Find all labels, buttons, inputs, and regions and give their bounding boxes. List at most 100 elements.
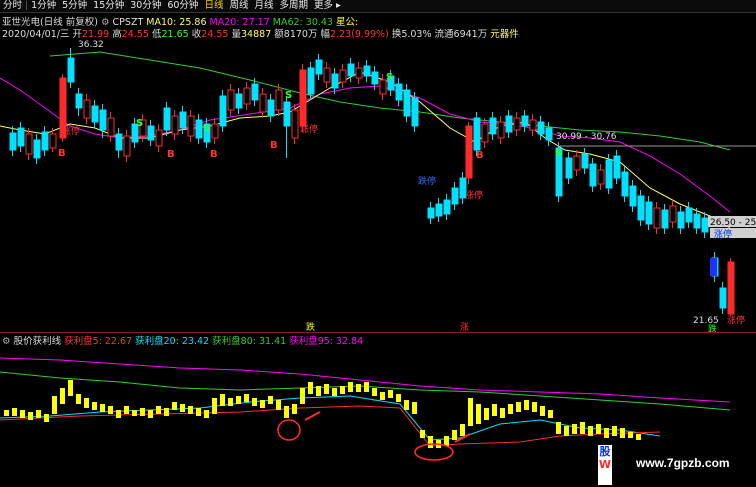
profit-bar [636, 434, 641, 440]
profit-bar [316, 386, 321, 396]
tab-1min[interactable]: 1分钟 [28, 0, 59, 12]
limit-up-tag: 涨停 [62, 125, 80, 137]
profit-bar [564, 426, 569, 436]
profit-bar [276, 400, 281, 410]
tab-monthly[interactable]: 月线 [251, 0, 276, 12]
tab-15min[interactable]: 15分钟 [90, 0, 127, 12]
profit-bar [204, 410, 209, 418]
limit-up-tag: 涨停 [465, 189, 483, 201]
moving-average-lines [0, 51, 731, 229]
candle [465, 125, 473, 179]
candle [41, 131, 49, 151]
candle [211, 123, 219, 139]
candle [219, 95, 227, 127]
profit-bar [116, 410, 121, 418]
profit-bar [348, 382, 353, 392]
tab-multi-period[interactable]: 多周期 [276, 0, 311, 12]
candle [299, 69, 307, 127]
tab-5min[interactable]: 5分钟 [59, 0, 90, 12]
profit-bar [156, 406, 161, 414]
candle [669, 205, 677, 223]
tab-more[interactable]: 更多 ▸ [311, 0, 344, 12]
candle [91, 105, 99, 123]
profit-bar [476, 404, 481, 424]
profit-bar [36, 410, 41, 418]
chart-header-line-2: 2020/04/01/三 开21.99 高24.55 低21.65 收24.55… [2, 29, 519, 40]
profit-bar [580, 422, 585, 434]
candle [323, 67, 331, 83]
candle [545, 127, 553, 141]
candle [637, 195, 645, 221]
profit-bar [588, 426, 593, 436]
price-box-3: 涨停 [714, 228, 732, 240]
candle [513, 117, 521, 131]
profit-bar [556, 422, 561, 434]
tab-daily[interactable]: 日线 [201, 0, 226, 12]
profit-bar [572, 424, 577, 434]
profit-bar [140, 408, 145, 416]
candle [49, 133, 57, 149]
profit-bar [172, 402, 177, 410]
sell-marker: S [555, 148, 562, 159]
tab-fenshi[interactable]: 分时 [0, 0, 25, 12]
profit-bar [228, 398, 233, 406]
profit-bar [92, 402, 97, 410]
candle [67, 57, 75, 83]
candle [187, 115, 195, 137]
profit-bar [500, 408, 505, 418]
candle [589, 163, 597, 187]
candle [677, 211, 685, 229]
profit-bar [44, 414, 49, 422]
candlestick-chart[interactable]: 36.32 30.99 - 30.76 26.50 - 25.9 涨停 21.6… [0, 38, 756, 332]
tab-30min[interactable]: 30分钟 [127, 0, 164, 12]
candle [155, 129, 163, 147]
candle [710, 258, 717, 276]
candle [33, 139, 41, 159]
candle [581, 153, 589, 169]
candle [115, 133, 123, 151]
limit-up-tag: 涨停 [300, 123, 318, 135]
candle [573, 155, 581, 171]
buy-marker: B [270, 140, 278, 151]
candle [243, 87, 251, 105]
profit-bar [596, 424, 601, 434]
tab-60min[interactable]: 60分钟 [164, 0, 201, 12]
profit-bar [68, 380, 73, 396]
profit-bar [252, 398, 257, 406]
highlight-circle [414, 443, 454, 461]
candle [17, 127, 25, 147]
candle [179, 111, 187, 129]
buy-marker: B [167, 149, 175, 160]
candle [347, 63, 355, 77]
profit-bar [404, 400, 409, 410]
candle [25, 133, 33, 155]
profit-bar [300, 388, 305, 404]
bottom-tag-rise: 涨 [460, 322, 469, 332]
limit-down-tag: 跌停 [418, 175, 436, 187]
profit-bar [60, 388, 65, 404]
candle [701, 217, 709, 233]
profit-bar [516, 402, 521, 412]
profit-bar [76, 394, 81, 404]
profit-bar [388, 390, 393, 398]
profit-bar [532, 402, 537, 412]
candle [259, 93, 267, 113]
candle [597, 169, 605, 185]
candle [291, 109, 299, 139]
profit-bar [164, 408, 169, 416]
candle [267, 99, 275, 117]
candle [331, 73, 339, 89]
sell-marker: S [386, 72, 393, 83]
profit-bar [412, 402, 417, 414]
profit-bar [548, 410, 553, 418]
tab-weekly[interactable]: 周线 [226, 0, 251, 12]
candle [163, 107, 171, 131]
candle [613, 155, 621, 179]
candle [537, 121, 545, 135]
profit-bar [628, 432, 633, 438]
fall-tag: 跌 [708, 324, 717, 332]
candle [653, 207, 661, 229]
profit-bar [356, 384, 361, 392]
profit-bar [196, 408, 201, 416]
profit-bar [620, 428, 625, 438]
